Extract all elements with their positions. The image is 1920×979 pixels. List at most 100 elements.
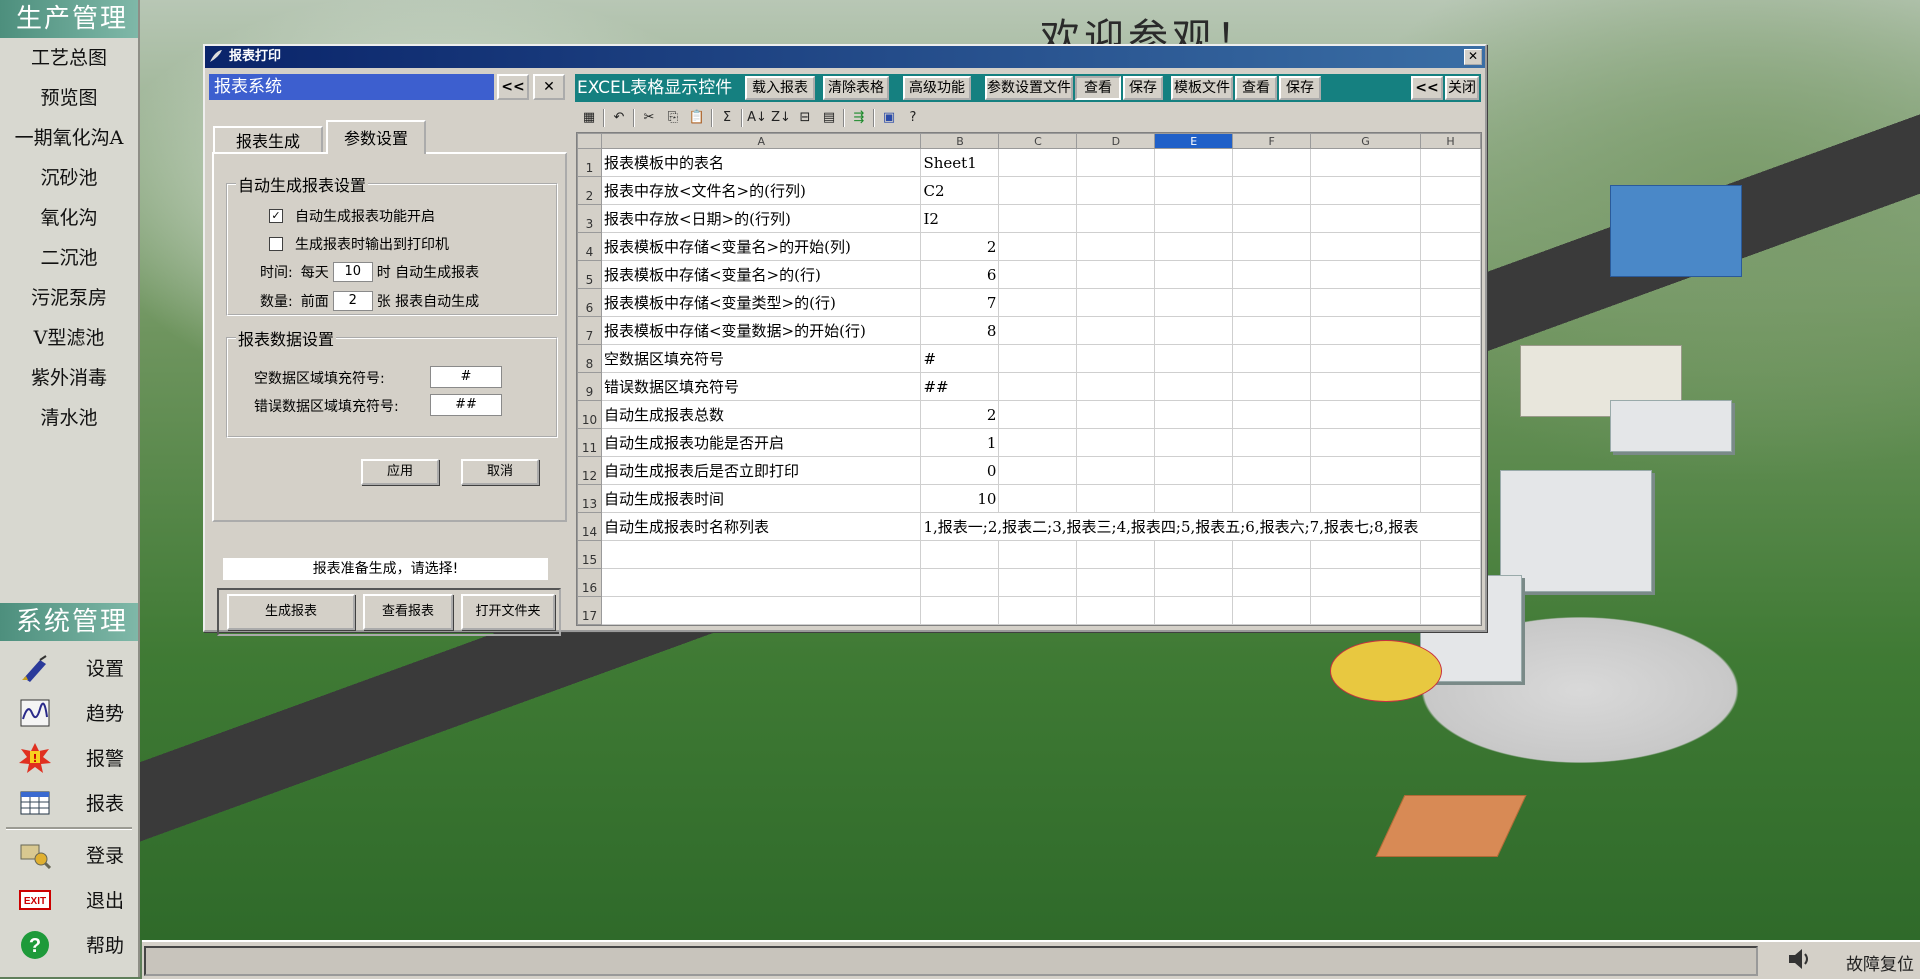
cell-c[interactable]	[998, 344, 1078, 373]
cell-b[interactable]: 10	[920, 484, 1000, 513]
column-header-a[interactable]: A	[600, 133, 922, 149]
cell-h[interactable]	[1419, 456, 1481, 485]
sidebar-item-production[interactable]: 工艺总图	[0, 38, 138, 78]
cell-h[interactable]	[1419, 568, 1481, 597]
cell-c[interactable]	[998, 540, 1078, 569]
cell-a[interactable]: 自动生成报表后是否立即打印	[600, 456, 922, 485]
cell-d[interactable]	[1076, 372, 1156, 401]
generate-report-button[interactable]: 生成报表	[227, 594, 355, 630]
sidebar-item-production[interactable]: 二沉池	[0, 238, 138, 278]
cell-c[interactable]	[998, 232, 1078, 261]
cell-e[interactable]	[1154, 204, 1234, 233]
sum-icon[interactable]: Σ	[717, 109, 737, 127]
print-output-checkbox[interactable]	[269, 237, 283, 251]
param-file-view-button[interactable]: 查看	[1075, 76, 1121, 100]
cell-b[interactable]: 8	[920, 316, 1000, 345]
cell-e[interactable]	[1154, 176, 1234, 205]
cancel-button[interactable]: 取消	[461, 459, 539, 485]
clear-table-button[interactable]: 清除表格	[823, 76, 889, 100]
cell-b[interactable]	[920, 568, 1000, 597]
cell-h[interactable]	[1419, 148, 1481, 177]
column-header-h[interactable]: H	[1419, 133, 1481, 149]
cell-a[interactable]: 自动生成报表时间	[600, 484, 922, 513]
apply-button[interactable]: 应用	[361, 459, 439, 485]
cell-b[interactable]: #	[920, 344, 1000, 373]
cell-a[interactable]: 自动生成报表时名称列表	[600, 512, 922, 541]
sidebar-item-production[interactable]: 一期氧化沟A	[0, 118, 138, 158]
column-header-e[interactable]: E	[1154, 133, 1234, 149]
cell-g[interactable]	[1310, 204, 1421, 233]
cell-a[interactable]: 自动生成报表总数	[600, 400, 922, 429]
cell-e[interactable]	[1154, 372, 1234, 401]
cell-f[interactable]	[1232, 456, 1312, 485]
cell-a[interactable]: 报表模板中的表名	[600, 148, 922, 177]
sidebar-item-production[interactable]: 污泥泵房	[0, 278, 138, 318]
filter-icon[interactable]: ⊟	[795, 109, 815, 127]
cell-g[interactable]	[1310, 344, 1421, 373]
cell-h[interactable]	[1419, 400, 1481, 429]
dialog-close-button[interactable]: ✕	[1464, 49, 1482, 65]
row-header[interactable]: 16	[577, 568, 602, 597]
cell-f[interactable]	[1232, 344, 1312, 373]
row-header[interactable]: 11	[577, 428, 602, 457]
template-save-button[interactable]: 保存	[1279, 76, 1321, 100]
row-header[interactable]: 18	[577, 624, 602, 625]
sidebar-item-production[interactable]: V型滤池	[0, 318, 138, 358]
tab-report-generate[interactable]: 报表生成	[213, 126, 323, 154]
cell-e[interactable]	[1154, 540, 1234, 569]
cell-b[interactable]: C2	[920, 176, 1000, 205]
cell-f[interactable]	[1232, 400, 1312, 429]
row-header[interactable]: 3	[577, 204, 602, 233]
cell-c[interactable]	[998, 428, 1078, 457]
cell-f[interactable]	[1232, 568, 1312, 597]
cell-g[interactable]	[1310, 288, 1421, 317]
cell-g[interactable]	[1310, 428, 1421, 457]
cell-b[interactable]: Sheet1	[920, 148, 1000, 177]
cell-f[interactable]	[1232, 596, 1312, 625]
cell-d[interactable]	[1076, 400, 1156, 429]
cell-d[interactable]	[1076, 568, 1156, 597]
cell-b[interactable]: 2	[920, 400, 1000, 429]
cell-h[interactable]	[1419, 316, 1481, 345]
sidebar-item-trend[interactable]: 趋势	[0, 690, 138, 735]
cell-c[interactable]	[998, 260, 1078, 289]
column-header-b[interactable]: B	[920, 133, 1000, 149]
cell-d[interactable]	[1076, 316, 1156, 345]
row-header[interactable]: 15	[577, 540, 602, 569]
cut-icon[interactable]: ✂	[639, 109, 659, 127]
cell-h[interactable]	[1419, 596, 1481, 625]
column-header-g[interactable]: G	[1310, 133, 1421, 149]
cell-c[interactable]	[998, 204, 1078, 233]
cell-c[interactable]	[998, 148, 1078, 177]
row-header[interactable]: 9	[577, 372, 602, 401]
cell-f[interactable]	[1232, 624, 1312, 625]
cell-a[interactable]: 报表模板中存储<变量名>的开始(列)	[600, 232, 922, 261]
cell-a[interactable]: 报表中存放<日期>的(行列)	[600, 204, 922, 233]
row-header[interactable]: 13	[577, 484, 602, 513]
cell-b[interactable]: 0	[920, 456, 1000, 485]
cell-e[interactable]	[1154, 232, 1234, 261]
cell-b[interactable]: ##	[920, 372, 1000, 401]
cell-d[interactable]	[1076, 204, 1156, 233]
cell-g[interactable]	[1310, 232, 1421, 261]
cell-h[interactable]	[1419, 540, 1481, 569]
cell-e[interactable]	[1154, 260, 1234, 289]
cell-h[interactable]	[1419, 344, 1481, 373]
cell-h[interactable]	[1419, 176, 1481, 205]
cell-c[interactable]	[998, 568, 1078, 597]
cell-a[interactable]: 空数据区填充符号	[600, 344, 922, 373]
paste-icon[interactable]: 📋	[687, 109, 707, 127]
row-header[interactable]: 7	[577, 316, 602, 345]
cell-g[interactable]	[1310, 316, 1421, 345]
open-folder-button[interactable]: 打开文件夹	[461, 594, 555, 630]
cell-d[interactable]	[1076, 428, 1156, 457]
cell-f[interactable]	[1232, 232, 1312, 261]
cell-h[interactable]	[1419, 288, 1481, 317]
load-report-button[interactable]: 载入报表	[745, 76, 815, 100]
spreadsheet-grid[interactable]: A B C D E F G H 1 报表模板中的表名 Sheet1 2 报表中存放<文件…	[576, 132, 1482, 626]
cell-c[interactable]	[998, 484, 1078, 513]
cell-a[interactable]: 报表模板中存储<变量类型>的(行)	[600, 288, 922, 317]
row-header[interactable]: 12	[577, 456, 602, 485]
tab-parameter-settings[interactable]: 参数设置	[326, 120, 426, 154]
cell-b[interactable]	[920, 540, 1000, 569]
